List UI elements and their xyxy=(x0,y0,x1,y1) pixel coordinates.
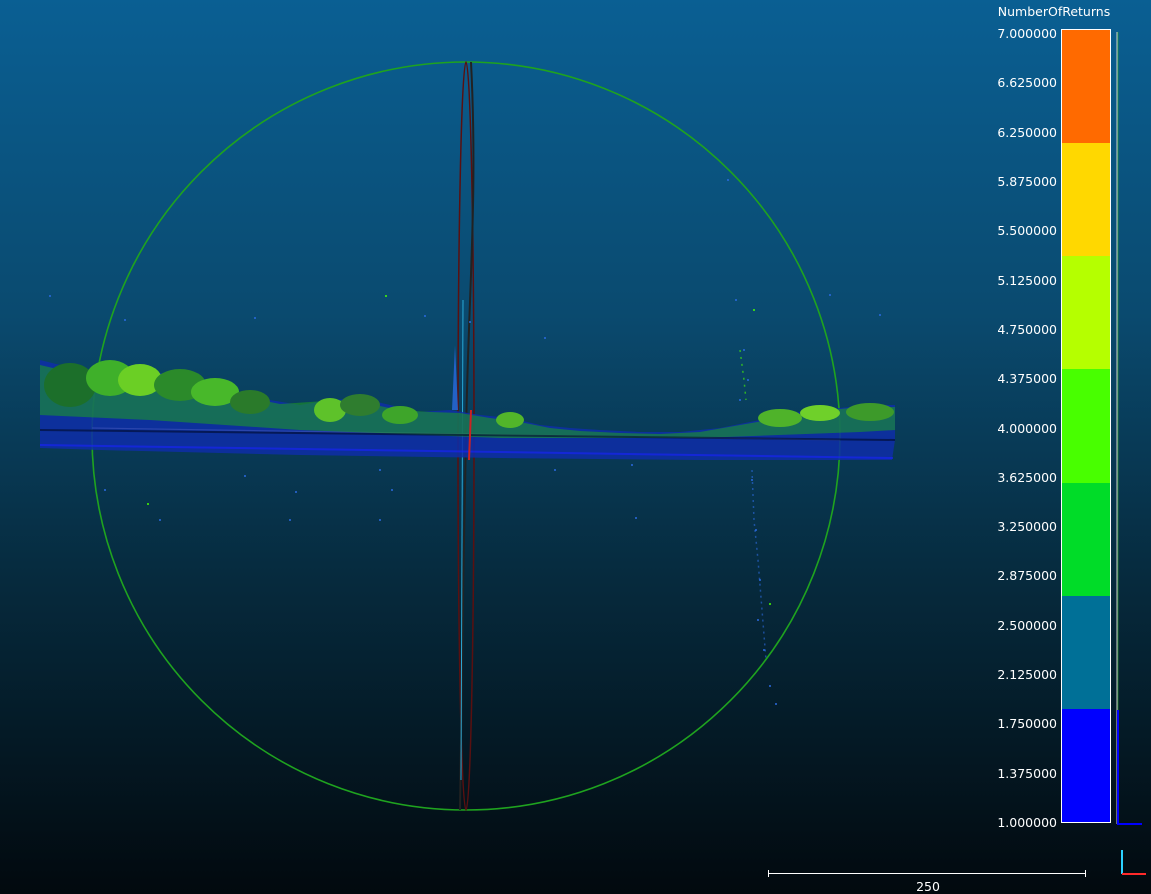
color-scale-tick-label: 5.500000 xyxy=(997,223,1057,239)
color-scale-band xyxy=(1062,595,1110,710)
color-scale-tick-label: 3.625000 xyxy=(997,469,1057,485)
color-scale-band xyxy=(1062,482,1110,597)
color-scale-bar xyxy=(1061,29,1111,823)
point-cloud-scene[interactable] xyxy=(0,0,1151,894)
3d-viewport[interactable]: NumberOfReturns 7.000000 6.625000 6.250000… xyxy=(0,0,1151,894)
color-scale-tick-label: 1.750000 xyxy=(997,716,1057,732)
color-scale-tick-label: 5.875000 xyxy=(997,173,1057,189)
color-scale-tick-label: 2.500000 xyxy=(997,617,1057,633)
color-scale-tick-label: 6.625000 xyxy=(997,75,1057,91)
color-scale-band xyxy=(1062,256,1110,371)
color-scale-tick-label: 3.250000 xyxy=(997,519,1057,535)
scale-bar-label: 250 xyxy=(916,879,940,894)
color-scale-tick-label: 4.750000 xyxy=(997,321,1057,337)
color-scale-band xyxy=(1062,30,1110,145)
color-scale-tick-label: 4.375000 xyxy=(997,371,1057,387)
color-scale-band xyxy=(1062,143,1110,258)
color-scale-tick-label: 6.250000 xyxy=(997,124,1057,140)
color-scale-tick-label: 4.000000 xyxy=(997,420,1057,436)
color-scale-band xyxy=(1062,708,1110,822)
point-cloud xyxy=(39,179,896,705)
color-scale-tick-label: 5.125000 xyxy=(997,272,1057,288)
scale-bar-icon xyxy=(768,870,1086,877)
color-scale-tick-label: 7.000000 xyxy=(997,26,1057,41)
color-scale-tick-label: 2.875000 xyxy=(997,568,1057,584)
color-scale-histogram xyxy=(1116,32,1142,825)
color-scale-band xyxy=(1062,369,1110,484)
color-scale-tick-label: 1.375000 xyxy=(997,765,1057,781)
color-scale-title: NumberOfReturns xyxy=(997,4,1111,19)
color-scale-tick-label: 2.125000 xyxy=(997,667,1057,683)
axes-gizmo-icon xyxy=(1121,850,1146,875)
color-scale-tick-label: 1.000000 xyxy=(997,815,1057,830)
